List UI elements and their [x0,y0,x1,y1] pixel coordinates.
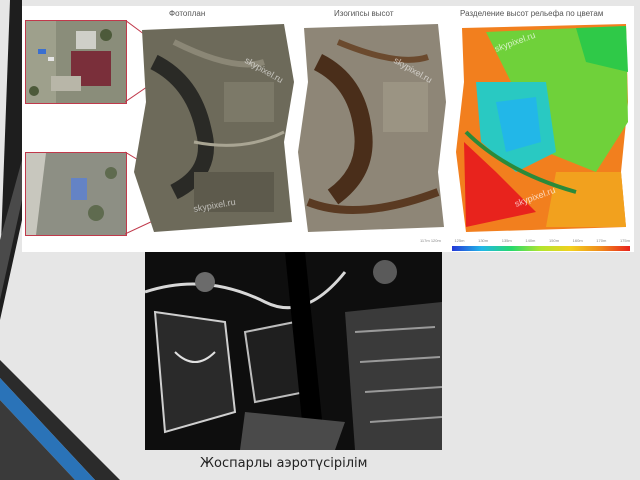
photoplan-map: skypixel.ru skypixel.ru [134,22,296,234]
legend-tick: 160m [572,238,583,243]
inset-field [25,152,127,236]
legend-tick: 130m [478,238,489,243]
bw-aerial-photo [145,252,442,450]
inset-buildings [25,20,127,104]
legend-ticks: 117m 120m 125m 130m 135m 140m 150m 160m 170m 175… [420,238,630,243]
legend-tick: 150m [549,238,560,243]
relief-color-map: skypixel.ru skypixel.ru [456,22,630,234]
contours-map: skypixel.ru [298,22,448,234]
legend-tick: 117m 120m [420,238,441,243]
title-relief: Разделение высот рельефа по цветам [460,9,604,18]
legend-tick: 175m [619,238,630,243]
legend-tick: 125m [454,238,465,243]
title-photoplan: Фотоплан [169,9,206,18]
slide-caption: Жоспарлы аэротүсірілім [200,456,368,471]
aerial-survey-figure: Фотоплан Изогипсы высот Разделение высот… [22,6,634,252]
elevation-color-legend [452,246,630,251]
legend-tick: 135m [501,238,512,243]
legend-tick: 140m [525,238,536,243]
legend-tick: 170m [596,238,607,243]
title-contours: Изогипсы высот [334,9,394,18]
